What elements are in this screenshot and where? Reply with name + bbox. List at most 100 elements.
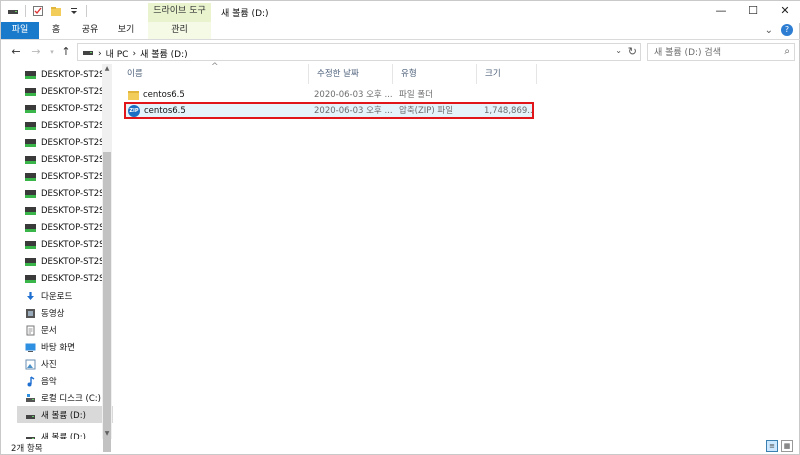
ribbon-help-controls: ⌄ ? — [765, 24, 793, 36]
scroll-down-arrow-icon[interactable]: ▼ — [102, 429, 112, 439]
desktop-icon — [25, 342, 36, 352]
nav-item-documents[interactable]: 문서 — [17, 321, 113, 338]
nav-item-network-drive[interactable]: DESKTOP-ST2S3 — [17, 253, 113, 270]
nav-item-network-drive[interactable]: DESKTOP-ST2S3 — [17, 185, 113, 202]
close-button[interactable]: ✕ — [769, 1, 800, 21]
nav-item-network-drive[interactable]: DESKTOP-ST2S3 — [17, 236, 113, 253]
breadcrumb-this-pc[interactable]: 내 PC — [106, 47, 129, 60]
search-icon: ⌕ — [784, 46, 790, 57]
nav-item-local-disk-c[interactable]: 로컬 디스크 (C:) — [17, 389, 113, 406]
nav-item-label: 동영상 — [41, 308, 65, 319]
file-size — [484, 88, 534, 102]
tab-home[interactable]: 홈 — [45, 22, 67, 39]
tab-manage[interactable]: 관리 — [148, 22, 211, 39]
tab-view[interactable]: 보기 — [113, 22, 139, 39]
nav-item-label: DESKTOP-ST2S3 — [41, 103, 110, 114]
minimize-button[interactable]: — — [705, 1, 737, 21]
scrollbar-thumb[interactable] — [103, 152, 111, 452]
nav-item-label: DESKTOP-ST2S3 — [41, 69, 110, 80]
nav-item-videos[interactable]: 동영상 — [17, 304, 113, 321]
expand-ribbon-icon[interactable]: ⌄ — [765, 25, 773, 36]
maximize-button[interactable]: ☐ — [737, 1, 769, 21]
column-header-modified[interactable]: 수정한 날짜 — [309, 64, 393, 84]
file-size: 1,748,869... — [484, 106, 532, 116]
nav-item-label: 사진 — [41, 359, 57, 370]
nav-item-label: DESKTOP-ST2S3 — [41, 205, 110, 216]
nav-item-network-drive[interactable]: DESKTOP-ST2S3 — [17, 117, 113, 134]
tab-share[interactable]: 공유 — [77, 22, 103, 39]
network-drive-icon — [25, 240, 36, 249]
item-count: 2개 항목 — [11, 444, 43, 454]
nav-item-network-drive[interactable]: DESKTOP-ST2S3 — [17, 168, 113, 185]
nav-item-label: 바탕 화면 — [41, 342, 75, 353]
ribbon-tabs: 파일 홈 공유 보기 관리 ⌄ ? — [1, 22, 800, 40]
drive-icon — [25, 410, 36, 419]
nav-item-pictures[interactable]: 사진 — [17, 355, 113, 372]
network-drive-icon — [25, 274, 36, 283]
breadcrumb-separator[interactable]: › — [98, 49, 102, 59]
window-title: 새 볼륨 (D:) — [221, 9, 269, 19]
scroll-up-arrow-icon[interactable]: ▲ — [102, 64, 112, 74]
navigation-scrollbar[interactable]: ▲ ▼ — [102, 64, 112, 452]
network-drive-icon — [25, 257, 36, 266]
zip-file-icon: ZIP — [128, 105, 140, 117]
nav-item-label: 새 볼륨 (D:) — [41, 432, 86, 440]
properties-icon[interactable] — [32, 5, 44, 17]
nav-item-network-drive[interactable]: DESKTOP-ST2S3 — [17, 219, 113, 236]
nav-item-music[interactable]: 음악 — [17, 372, 113, 389]
nav-item-network-drive[interactable]: DESKTOP-ST2S3 — [17, 151, 113, 168]
breadcrumb-separator[interactable]: › — [132, 49, 136, 59]
file-type: 압축(ZIP) 파일 — [399, 106, 454, 116]
up-button[interactable]: ↑ — [59, 44, 73, 60]
large-icons-view-icon[interactable]: ▦ — [781, 440, 793, 452]
local-disk-icon — [25, 393, 36, 402]
network-drive-icon — [25, 206, 36, 215]
customize-toolbar-icon[interactable] — [68, 5, 80, 17]
toolbar-divider — [86, 5, 87, 17]
help-icon[interactable]: ? — [781, 24, 793, 36]
nav-item-network-drive[interactable]: DESKTOP-ST2S3 — [17, 134, 113, 151]
document-icon — [25, 325, 36, 336]
nav-item-volume-d[interactable]: 새 볼륨 (D:) — [17, 428, 113, 439]
search-box[interactable]: ⌕ — [647, 43, 795, 61]
navigation-pane: DESKTOP-ST2S3 DESKTOP-ST2S3 DESKTOP-ST2S… — [17, 64, 113, 439]
nav-item-downloads[interactable]: 다운로드 — [17, 287, 113, 304]
nav-item-desktop[interactable]: 바탕 화면 — [17, 338, 113, 355]
recent-locations-button[interactable]: ▾ — [45, 44, 59, 60]
file-modified: 2020-06-03 오후 ... — [314, 90, 392, 100]
video-icon — [25, 308, 36, 318]
file-name: centos6.5 — [144, 106, 186, 116]
tab-file[interactable]: 파일 — [1, 22, 39, 39]
new-folder-icon[interactable] — [50, 5, 62, 17]
network-drive-icon — [25, 155, 36, 164]
nav-item-network-drive[interactable]: DESKTOP-ST2S3 — [17, 100, 113, 117]
nav-item-network-drive[interactable]: DESKTOP-ST2S3 — [17, 270, 113, 287]
breadcrumb-volume-d[interactable]: 새 볼륨 (D:) — [140, 47, 188, 60]
nav-item-volume-d[interactable]: 새 볼륨 (D:) — [17, 406, 113, 423]
refresh-icon[interactable]: ↻ — [628, 45, 637, 58]
address-dropdown-icon[interactable]: ⌄ — [615, 46, 622, 55]
network-drive-icon — [25, 104, 36, 113]
column-header-size[interactable]: 크기 — [477, 64, 537, 84]
file-explorer-window: 드라이브 도구 새 볼륨 (D:) — ☐ ✕ 파일 홈 공유 보기 관리 ⌄ … — [0, 0, 800, 455]
back-button[interactable]: ← — [9, 44, 23, 60]
nav-item-network-drive[interactable]: DESKTOP-ST2S3 — [17, 83, 113, 100]
forward-button[interactable]: → — [29, 44, 43, 60]
nav-item-network-drive[interactable]: DESKTOP-ST2S3 — [17, 202, 113, 219]
nav-item-label: DESKTOP-ST2S3 — [41, 171, 110, 182]
drive-icon[interactable] — [7, 5, 19, 17]
file-type: 파일 폴더 — [399, 90, 433, 100]
search-input[interactable] — [654, 45, 782, 60]
address-bar[interactable]: › 내 PC › 새 볼륨 (D:) ⌄ ↻ — [77, 43, 641, 61]
nav-item-label: DESKTOP-ST2S3 — [41, 222, 110, 233]
address-row: ← → ▾ ↑ › 내 PC › 새 볼륨 (D:) ⌄ ↻ ⌕ — [1, 41, 800, 63]
network-drive-icon — [25, 172, 36, 181]
column-header-name[interactable]: 이름 — [119, 64, 309, 84]
file-modified: 2020-06-03 오후 ... — [314, 106, 392, 116]
nav-item-network-drive[interactable]: DESKTOP-ST2S3 — [17, 66, 113, 83]
window-controls: — ☐ ✕ — [705, 1, 800, 21]
file-row-highlighted[interactable]: ZIP centos6.5 2020-06-03 오후 ... 압축(ZIP) … — [124, 102, 534, 119]
column-header-type[interactable]: 유형 — [393, 64, 477, 84]
details-view-icon[interactable]: ≡ — [766, 440, 778, 452]
nav-item-label: DESKTOP-ST2S3 — [41, 137, 110, 148]
